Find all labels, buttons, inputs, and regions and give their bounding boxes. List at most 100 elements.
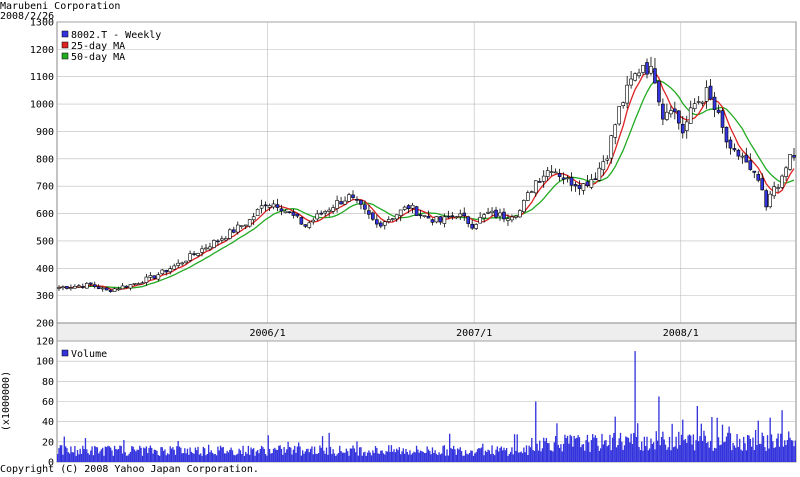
volume-bar (760, 443, 762, 462)
candle-body (669, 110, 673, 115)
volume-bar (509, 451, 512, 462)
volume-bar (721, 424, 724, 462)
candle-body (132, 283, 137, 285)
candle-body (613, 124, 618, 138)
volume-bar (241, 453, 243, 462)
volume-bar (704, 435, 706, 462)
candle-body (529, 191, 534, 193)
volume-bar (268, 448, 271, 462)
volume-bar (768, 448, 770, 462)
date-tick-label: 2006/1 (250, 328, 286, 339)
candle-body (466, 216, 471, 224)
volume-bar (456, 448, 459, 462)
candle-body (112, 288, 117, 292)
candle-body (255, 209, 260, 216)
volume-bar (353, 448, 355, 462)
candle-body (69, 287, 73, 289)
volume-bar (278, 445, 280, 462)
candle-body (748, 160, 753, 170)
volume-bar (202, 446, 205, 462)
volume-bar (598, 450, 600, 462)
volume-bar (666, 449, 668, 462)
volume-bar (447, 455, 450, 462)
volume-bar (680, 434, 683, 462)
price-tick-label: 500 (36, 236, 54, 247)
volume-bar (739, 438, 741, 462)
candle-body (482, 214, 486, 219)
volume-bar (389, 451, 391, 462)
volume-bar (190, 451, 193, 462)
candle-body (430, 219, 435, 223)
volume-bar (557, 444, 559, 462)
volume-bar (501, 450, 504, 462)
volume-bar (626, 437, 628, 462)
candle-body (378, 222, 383, 227)
volume-bar (210, 450, 212, 462)
volume-bar (123, 439, 125, 462)
price-tick-label: 400 (36, 264, 54, 275)
volume-bar (558, 447, 561, 462)
volume-bar (537, 450, 540, 462)
volume-bar (275, 449, 277, 462)
volume-bar (630, 433, 632, 462)
volume-bar (527, 455, 529, 462)
volume-bar (143, 447, 145, 462)
candle (228, 228, 232, 240)
volume-bar (307, 448, 309, 462)
volume-bar (753, 449, 755, 462)
volume-bar (279, 445, 281, 462)
volume-bar (250, 447, 252, 462)
volume-bar (178, 446, 181, 462)
volume-bar (715, 448, 717, 462)
volume-bar (181, 453, 183, 462)
volume-panel: 020406080100120 Volume (x1000000) (1, 337, 797, 469)
candle-body (375, 219, 379, 225)
volume-bar (274, 447, 276, 462)
candle-body (259, 205, 264, 209)
candle (657, 80, 661, 107)
candle-body (450, 215, 455, 218)
candle-body (593, 178, 598, 181)
candle-body (506, 218, 510, 221)
volume-bar (196, 450, 198, 462)
volume-y-axis: 020406080100120 (36, 337, 54, 469)
volume-bar (642, 450, 644, 462)
volume-bar (86, 449, 88, 462)
volume-bar (486, 451, 488, 462)
candle-body (736, 149, 741, 157)
volume-bar (164, 449, 166, 462)
volume-bar (650, 438, 652, 462)
volume-bar (226, 450, 228, 462)
candle-body (494, 209, 498, 218)
volume-bar (351, 448, 353, 462)
volume-bar (696, 405, 698, 462)
volume-bar (536, 443, 538, 462)
volume-bar (270, 453, 272, 462)
volume-bar (462, 455, 464, 462)
volume-bar (482, 443, 484, 462)
volume-bar (258, 453, 260, 462)
candle-body (319, 212, 324, 215)
volume-bar (576, 437, 578, 462)
volume-bar (581, 444, 583, 462)
candle-body (355, 199, 359, 201)
volume-bar (238, 448, 240, 462)
volume-bar (541, 448, 544, 462)
volume-bar (682, 419, 684, 462)
volume-bar (692, 434, 695, 462)
volume-bar (347, 451, 349, 462)
volume-bar (646, 436, 648, 462)
volume-bar (504, 450, 506, 462)
volume-bar (303, 453, 305, 462)
volume-bar (397, 450, 399, 462)
price-y-axis: 200 300 400 500 600 700 800 900 1000 1100 1200 1300 (30, 18, 54, 330)
candle (152, 275, 157, 280)
volume-bar (480, 447, 483, 462)
candle (104, 287, 109, 291)
volume-bar (194, 447, 197, 462)
date-tick-label: 2008/1 (663, 328, 699, 339)
volume-bar (323, 450, 325, 462)
candle (414, 205, 419, 216)
candle-body (287, 211, 292, 213)
legend-swatch-volume (61, 349, 69, 357)
